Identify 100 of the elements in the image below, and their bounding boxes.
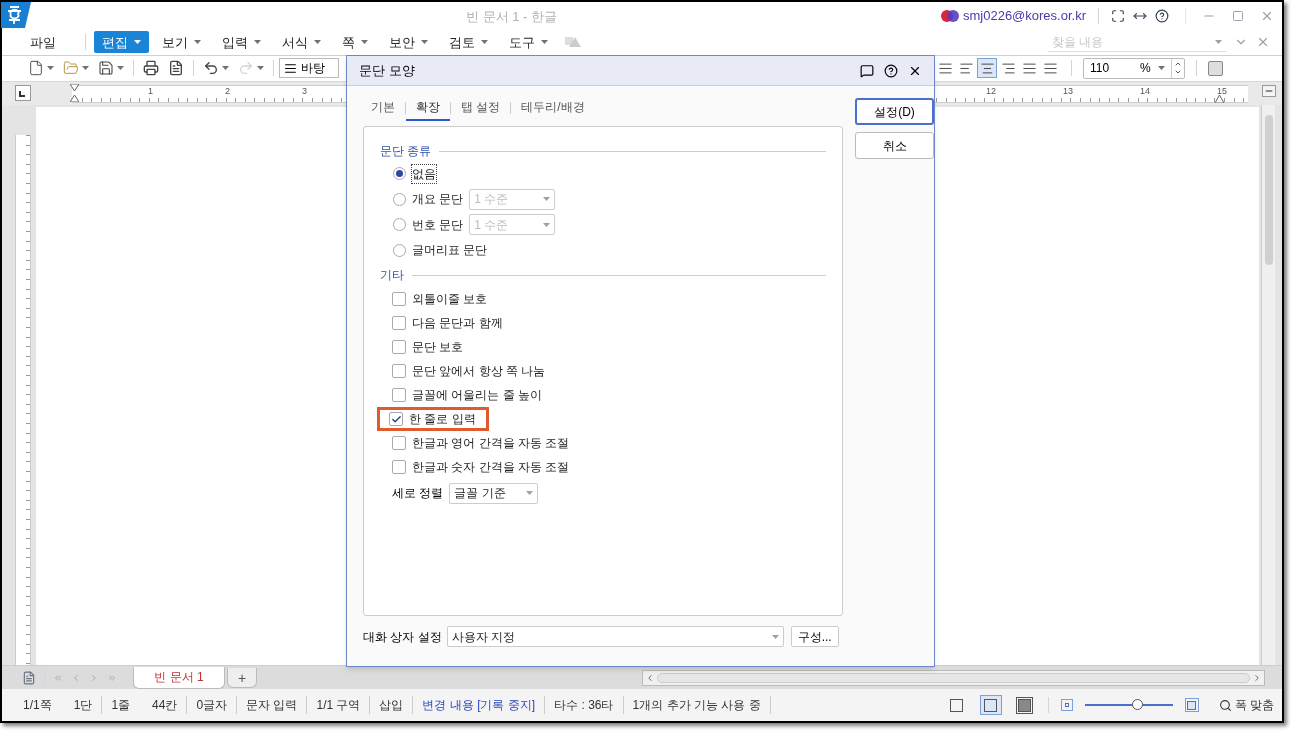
radio-button[interactable] [393, 192, 406, 206]
radio-button[interactable] [393, 167, 406, 181]
checkbox-label[interactable]: 외톨이줄 보호 [412, 290, 488, 308]
maximize-icon[interactable] [1232, 9, 1244, 22]
checkbox-label[interactable]: 한 줄로 입력 [409, 410, 476, 428]
ruler-number: 2 [225, 84, 230, 98]
ruler-number: 14 [1140, 84, 1150, 98]
dialog-tab[interactable]: 테두리/배경 [511, 95, 595, 121]
menu-item[interactable]: 입력 [214, 31, 269, 54]
align-button[interactable] [977, 58, 997, 79]
status-item: 0글자 [196, 697, 228, 715]
style-select[interactable]: 바탕 [279, 58, 339, 79]
cancel-button[interactable]: 취소 [855, 132, 934, 159]
caret-icon [526, 491, 534, 495]
vertical-scrollbar[interactable] [1261, 105, 1275, 666]
dialog-tab[interactable]: 기본 [361, 95, 405, 121]
menu-item[interactable]: 보기 [154, 31, 209, 54]
horizontal-scrollbar[interactable] [642, 669, 1265, 686]
menu-item[interactable]: 쪽 [334, 31, 376, 54]
slider-thumb[interactable] [1132, 699, 1144, 711]
caret-icon [257, 66, 264, 71]
ok-button[interactable]: 설정(D) [855, 98, 934, 125]
radio-label[interactable]: 개요 문단 [412, 190, 464, 209]
dialog-tab[interactable]: 탭 설정 [451, 95, 511, 121]
user-avatar-icon [940, 8, 959, 23]
configure-button[interactable]: 구성... [790, 626, 839, 647]
ruler-number: 12 [986, 84, 996, 98]
checkbox[interactable] [392, 436, 406, 450]
window-title: 빈 문서 1 - 한글 [466, 8, 557, 26]
checkbox-label[interactable]: 한글과 숫자 간격을 자동 조절 [412, 458, 570, 476]
menu-item[interactable]: 편집 [94, 31, 149, 54]
menu-item[interactable]: 도구 [501, 31, 556, 54]
undo-icon [203, 60, 219, 77]
checkbox[interactable] [392, 292, 406, 306]
checkbox[interactable] [392, 340, 406, 354]
zoom-field[interactable]: 110 % [1083, 57, 1185, 79]
toggle-button[interactable] [1208, 60, 1223, 76]
checkbox-label[interactable]: 한글과 영어 간격을 자동 조절 [412, 434, 570, 452]
caret-icon [117, 66, 124, 71]
checkbox[interactable] [389, 412, 403, 426]
dialog-setting-select[interactable]: 사용자 지정 [446, 626, 784, 647]
ruler-number: 15 [1217, 84, 1227, 98]
add-tab-button[interactable]: + [227, 667, 257, 688]
fit-width-button[interactable]: 폭 맞춤 [1218, 696, 1274, 715]
status-item[interactable]: 변경 내용 [기록 중지] [422, 696, 536, 715]
status-item: 44칸 [152, 697, 178, 715]
style-icon [284, 61, 297, 75]
radio-label[interactable]: 글머리표 문단 [412, 241, 488, 260]
checkbox[interactable] [392, 460, 406, 474]
menu-item[interactable]: 보안 [381, 31, 436, 54]
menu-item[interactable]: 검토 [441, 31, 496, 54]
align-icon [937, 60, 953, 76]
section-heading: 기타 [380, 267, 404, 284]
zoom-in-button[interactable] [1184, 698, 1199, 713]
scroll-collapse-button[interactable] [1262, 84, 1276, 97]
status-item: 1줄 [111, 697, 131, 715]
folder-icon [63, 60, 79, 77]
radio-label[interactable]: 없음 [412, 164, 436, 183]
radio-button[interactable] [393, 243, 406, 257]
document-icon [28, 60, 44, 77]
help-icon[interactable] [1155, 8, 1169, 23]
checkbox[interactable] [392, 388, 406, 402]
checkbox-label[interactable]: 문단 보호 [412, 338, 464, 356]
tab-type-button[interactable] [15, 85, 31, 102]
caret-icon [543, 222, 551, 227]
caret-icon [222, 66, 229, 71]
indent-marker-icon[interactable] [70, 83, 79, 102]
align-icon [1000, 60, 1016, 76]
status-item: 1/1쪽 [23, 697, 52, 715]
checkbox[interactable] [392, 316, 406, 330]
scroll-right-icon[interactable] [1252, 672, 1262, 683]
radio-button[interactable] [393, 218, 406, 232]
search-icon [1218, 698, 1232, 712]
menu-item[interactable]: 파일 [22, 31, 64, 54]
help-icon[interactable] [884, 63, 898, 78]
field-label: 대화 상자 설정 [363, 628, 442, 646]
checkbox-label[interactable]: 글꼴에 어울리는 줄 높이 [412, 386, 542, 404]
document-tab[interactable]: 빈 문서 1 [133, 666, 225, 689]
radio-label[interactable]: 번호 문단 [412, 215, 464, 234]
caret-icon [1158, 66, 1165, 71]
checkbox-label[interactable]: 다음 문단과 함께 [412, 314, 503, 332]
menu-item[interactable]: 서식 [274, 31, 329, 54]
zoom-slider[interactable] [1084, 699, 1173, 712]
status-item: 1/1 구역 [316, 697, 361, 715]
align-icon [1021, 60, 1037, 76]
view-mode-button[interactable] [979, 695, 1002, 716]
align-icon [979, 60, 995, 76]
alignment-select[interactable]: 글꼴 기준 [449, 482, 539, 504]
field-label: 세로 정렬 [392, 485, 444, 502]
comment-icon[interactable] [860, 63, 874, 78]
checkbox-label[interactable]: 문단 앞에서 항상 쪽 나눔 [412, 362, 546, 380]
status-item: 타수 : 36타 [554, 697, 614, 715]
page-icon[interactable] [22, 670, 36, 685]
full-screen-icon[interactable] [1111, 8, 1125, 23]
checkbox[interactable] [392, 364, 406, 378]
user-account[interactable]: smj0226@kores.or.kr [962, 6, 1086, 26]
scroll-left-icon[interactable] [645, 672, 655, 683]
status-item: 삽입 [379, 697, 404, 715]
right-margin-marker-icon[interactable] [1215, 94, 1224, 103]
zoom-out-button[interactable] [1060, 699, 1073, 712]
